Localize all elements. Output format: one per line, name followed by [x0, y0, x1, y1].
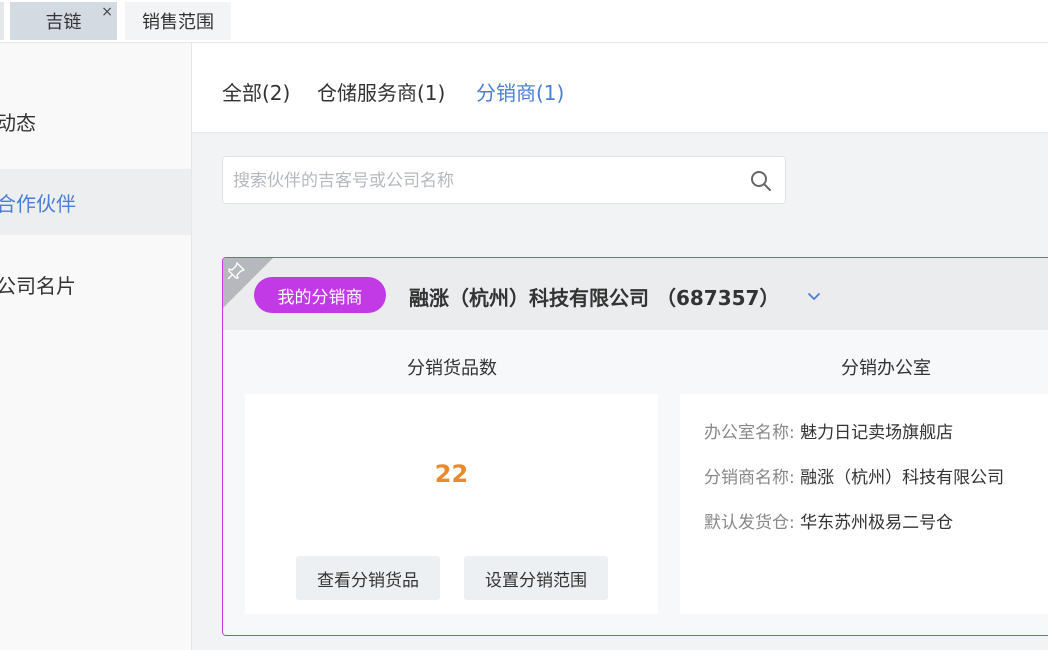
sidebar: 动态 合作伙伴 公司名片: [0, 43, 192, 650]
chevron-down-icon[interactable]: [806, 288, 822, 304]
set-range-button[interactable]: 设置分销范围: [464, 556, 608, 600]
filter-all[interactable]: 全部(2): [222, 77, 290, 106]
main-content: 全部(2) 仓储服务商(1) 分销商(1) 我的分销商 融涨（杭州）科技有限公司…: [192, 43, 1048, 650]
sidebar-item-label: 公司名片: [0, 273, 76, 298]
goods-count-title: 分销货品数: [407, 358, 497, 379]
sidebar-item-label: 动态: [0, 110, 36, 135]
sidebar-item-partners[interactable]: 合作伙伴: [0, 169, 191, 235]
goods-count-value: 22: [434, 460, 469, 488]
filter-distributor[interactable]: 分销商(1): [476, 77, 564, 106]
default-warehouse-label: 默认发货仓:: [704, 513, 795, 533]
office-name-row: 办公室名称: 魅力日记卖场旗舰店: [704, 418, 953, 443]
tab-partial[interactable]: [0, 2, 4, 40]
pin-icon[interactable]: [226, 261, 246, 281]
distributor-badge: 我的分销商: [254, 277, 386, 313]
tab-label: 吉链: [45, 12, 82, 33]
default-warehouse-value: 华东苏州极易二号仓: [800, 513, 954, 533]
search-input[interactable]: [233, 167, 733, 195]
distributor-name-label: 分销商名称:: [704, 468, 795, 488]
office-name-label: 办公室名称:: [704, 423, 795, 443]
office-title: 分销办公室: [841, 358, 931, 379]
tab-label: 销售范围: [142, 12, 214, 33]
distributor-name-value: 融涨（杭州）科技有限公司: [800, 468, 1005, 488]
search-icon[interactable]: [749, 169, 773, 193]
goods-count-panel: 22 查看分销货品 设置分销范围: [245, 394, 658, 614]
filter-bar: 全部(2) 仓储服务商(1) 分销商(1): [192, 43, 1048, 133]
default-warehouse-row: 默认发货仓: 华东苏州极易二号仓: [704, 508, 953, 533]
tab-jilian[interactable]: 吉链 ×: [10, 2, 117, 40]
distributor-name-row: 分销商名称: 融涨（杭州）科技有限公司: [704, 463, 1004, 488]
close-icon[interactable]: ×: [101, 5, 113, 19]
office-panel: 办公室名称: 魅力日记卖场旗舰店 分销商名称: 融涨（杭州）科技有限公司 默认发…: [680, 394, 1048, 614]
partner-card: 我的分销商 融涨（杭州）科技有限公司 （687357） 分销货品数 分销办公室 …: [222, 257, 1048, 636]
partner-card-body: 分销货品数 分销办公室 22 查看分销货品 设置分销范围 办公室名称: 魅力日记…: [223, 330, 1048, 635]
company-name: 融涨（杭州）科技有限公司 （687357）: [409, 286, 780, 310]
partner-card-header: 我的分销商 融涨（杭州）科技有限公司 （687357）: [223, 258, 1048, 330]
tab-sales-range[interactable]: 销售范围: [125, 2, 231, 40]
tab-bar: 吉链 × 销售范围: [0, 0, 1048, 43]
search-box: [222, 156, 786, 204]
sidebar-item-dynamics[interactable]: 动态: [0, 88, 191, 154]
sidebar-item-company-card[interactable]: 公司名片: [0, 251, 191, 317]
office-name-value: 魅力日记卖场旗舰店: [800, 423, 954, 443]
filter-warehouse-provider[interactable]: 仓储服务商(1): [317, 77, 445, 106]
view-goods-button[interactable]: 查看分销货品: [296, 556, 440, 600]
sidebar-item-label: 合作伙伴: [0, 191, 76, 216]
